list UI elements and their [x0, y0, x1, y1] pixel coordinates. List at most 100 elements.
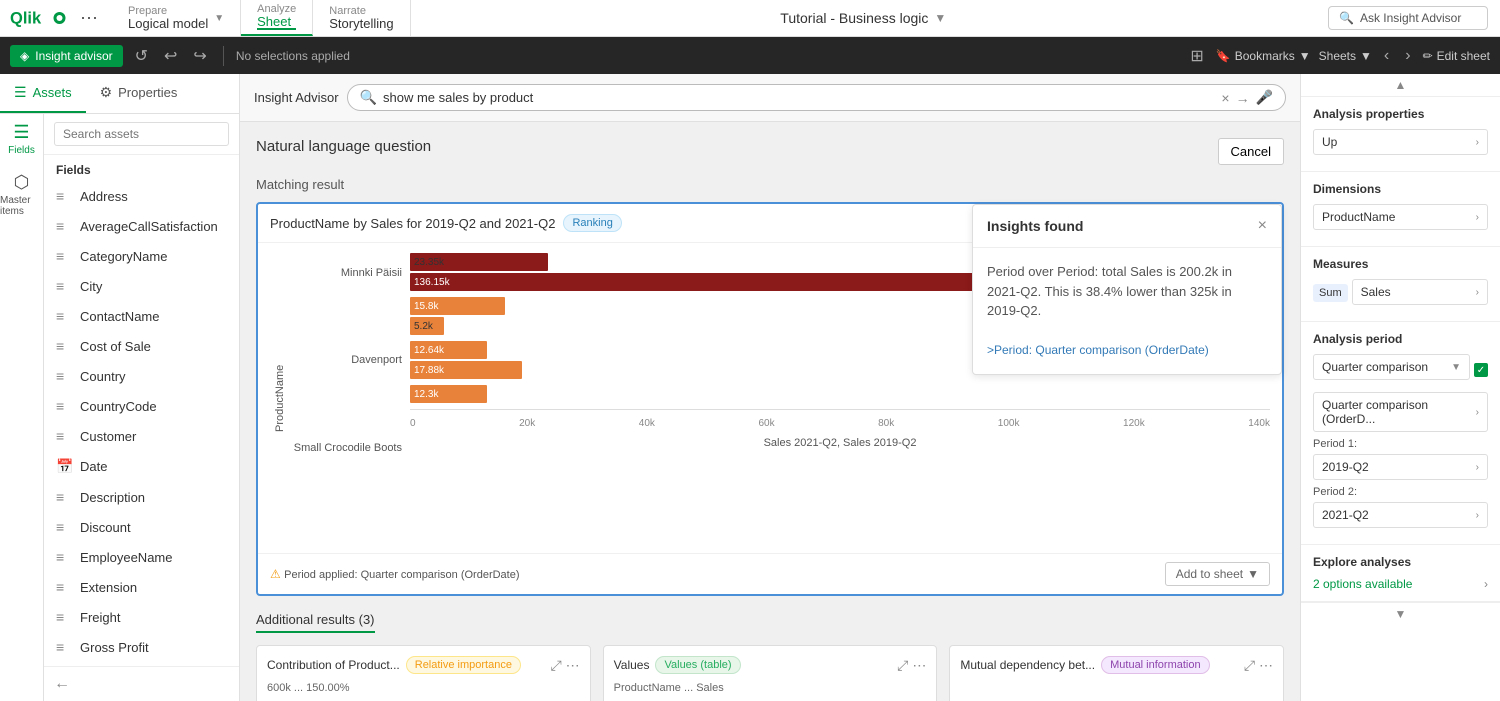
bar-2021-2: 15.8k	[410, 297, 505, 315]
redo-icon[interactable]: ↪	[189, 46, 210, 66]
bar-row-4: 12.3k	[410, 385, 1270, 403]
insights-title: Insights found	[987, 218, 1083, 234]
chevron-down-icon: ▼	[1395, 607, 1407, 621]
bar-2019-3: 17.88k	[410, 361, 522, 379]
field-text-icon: ≡	[56, 549, 72, 565]
dimension-value: ProductName	[1322, 210, 1395, 224]
field-description[interactable]: ≡ Description	[44, 482, 239, 512]
nav-more-button[interactable]: ⋯	[76, 8, 102, 29]
mic-icon[interactable]: 🎤	[1256, 89, 1273, 106]
sales-chevron: ›	[1476, 287, 1479, 298]
sheets-button[interactable]: Sheets ▼	[1319, 49, 1372, 63]
field-countrycode[interactable]: ≡ CountryCode	[44, 391, 239, 421]
fields-nav-button[interactable]: ☰ Fields	[8, 122, 35, 156]
expand-card2-icon[interactable]: ⤢	[897, 657, 908, 674]
bookmarks-button[interactable]: 🔖 Bookmarks ▼	[1216, 49, 1311, 63]
ia-search-input[interactable]	[383, 90, 1215, 105]
field-address[interactable]: ≡ Address	[44, 181, 239, 211]
undo-icon[interactable]: ↩	[160, 46, 181, 66]
prev-sheet-icon[interactable]: ‹	[1380, 47, 1393, 65]
search-icon: 🔍	[360, 89, 377, 106]
field-city[interactable]: ≡ City	[44, 271, 239, 301]
main-chart-card: ProductName by Sales for 2019-Q2 and 202…	[256, 202, 1284, 596]
more-card2-icon[interactable]: ⋯	[912, 657, 926, 674]
add-to-sheet-button[interactable]: Add to sheet ▼	[1165, 562, 1270, 586]
edit-icon: ✏	[1423, 49, 1433, 63]
expand-card3-icon[interactable]: ⤢	[1244, 657, 1255, 674]
dimension-dropdown[interactable]: ProductName ›	[1313, 204, 1488, 230]
field-text-icon: ≡	[56, 519, 72, 535]
search-box	[44, 114, 239, 155]
y-axis-title: ProductName	[270, 253, 290, 543]
field-text-icon: ≡	[56, 639, 72, 655]
period-text: Quarter comparison (OrderDate)	[361, 569, 520, 581]
master-icon: ⬡	[14, 172, 30, 193]
insights-header: Insights found ×	[973, 205, 1281, 248]
field-costofsale[interactable]: ≡ Cost of Sale	[44, 331, 239, 361]
scroll-down-button[interactable]: ▼	[1301, 602, 1500, 625]
toolbar: ◈ Insight advisor ↺ ↩ ↪ No selections ap…	[0, 37, 1500, 74]
insight-advisor-button[interactable]: ◈ Insight advisor	[10, 45, 123, 67]
refresh-icon[interactable]: ↺	[131, 46, 152, 66]
direction-dropdown[interactable]: Up ›	[1313, 129, 1488, 155]
left-bottom-nav: ←	[44, 666, 239, 701]
properties-icon: ⚙	[100, 84, 113, 101]
insights-link[interactable]: >Period: Quarter comparison (OrderDate)	[987, 343, 1209, 357]
master-items-nav-button[interactable]: ⬡ Master items	[0, 172, 43, 217]
period-type-dropdown[interactable]: Quarter comparison ▼	[1313, 354, 1470, 380]
period1-value-dropdown[interactable]: 2019-Q2 ›	[1313, 454, 1488, 480]
analysis-period-section: Analysis period Quarter comparison ▼ ✓ Q…	[1301, 322, 1500, 545]
analyze-nav[interactable]: Analyze Sheet	[241, 0, 313, 36]
field-grossprofit[interactable]: ≡ Gross Profit	[44, 632, 239, 662]
app-title: Tutorial - Business logic ▼	[411, 10, 1316, 26]
result-card-header-1: Contribution of Product... Relative impo…	[267, 656, 580, 674]
next-sheet-icon[interactable]: ›	[1401, 47, 1414, 65]
field-text-icon: ≡	[56, 338, 72, 354]
edit-sheet-button[interactable]: ✏ Edit sheet	[1423, 49, 1490, 63]
ask-ia-button[interactable]: 🔍 Ask Insight Advisor	[1328, 6, 1488, 30]
explore-link[interactable]: 2 options available	[1313, 577, 1412, 591]
dimension-chevron: ›	[1476, 212, 1479, 223]
period-checkbox[interactable]: ✓	[1474, 363, 1488, 377]
expand-card1-icon[interactable]: ⤢	[550, 657, 561, 674]
field-employeename[interactable]: ≡ EmployeeName	[44, 542, 239, 572]
more-card1-icon[interactable]: ⋯	[566, 657, 580, 674]
logo-area: Qlik ⋯	[0, 6, 112, 30]
field-categoryname[interactable]: ≡ CategoryName	[44, 241, 239, 271]
field-extension[interactable]: ≡ Extension	[44, 572, 239, 602]
field-freight[interactable]: ≡ Freight	[44, 602, 239, 632]
bookmarks-chevron: ▼	[1299, 49, 1311, 63]
field-discount[interactable]: ≡ Discount	[44, 512, 239, 542]
bar-2021-1: 23.35k	[410, 253, 548, 271]
field-country[interactable]: ≡ Country	[44, 361, 239, 391]
result-card-contribution: Contribution of Product... Relative impo…	[256, 645, 591, 701]
field-contactname[interactable]: ≡ ContactName	[44, 301, 239, 331]
more-card3-icon[interactable]: ⋯	[1259, 657, 1273, 674]
search-assets-input[interactable]	[54, 122, 229, 146]
period-detail-dropdown[interactable]: Quarter comparison (OrderD... ›	[1313, 392, 1488, 432]
bar-2021-4: 12.3k	[410, 385, 487, 403]
close-insights-button[interactable]: ×	[1258, 217, 1267, 235]
field-averagecallsatisfaction[interactable]: ≡ AverageCallSatisfaction	[44, 211, 239, 241]
cancel-button[interactable]: Cancel	[1218, 138, 1284, 165]
pin-icon[interactable]: ←	[54, 675, 70, 692]
fields-list: ≡ Address ≡ AverageCallSatisfaction ≡ Ca…	[44, 181, 239, 666]
additional-results: Additional results (3) Contribution of P…	[256, 612, 1284, 701]
direction-label: Up	[1322, 135, 1337, 149]
grid-icon[interactable]: ⊞	[1186, 46, 1207, 66]
values-badge: Values (table)	[655, 656, 740, 674]
prepare-nav[interactable]: Prepare Logical model ▼	[112, 0, 241, 36]
clear-search-icon[interactable]: ×	[1221, 90, 1229, 106]
narrate-nav[interactable]: Narrate Storytelling	[313, 0, 410, 36]
nlq-header: Natural language question	[256, 138, 431, 155]
tab-properties[interactable]: ⚙ Properties	[86, 74, 192, 113]
sales-dropdown[interactable]: Sales ›	[1352, 279, 1488, 305]
field-customer[interactable]: ≡ Customer	[44, 421, 239, 451]
field-date[interactable]: 📅 Date	[44, 451, 239, 482]
top-nav: Qlik ⋯ Prepare Logical model ▼ Analyze S…	[0, 0, 1500, 37]
submit-search-icon[interactable]: →	[1236, 90, 1250, 106]
scroll-up-button[interactable]: ▲	[1301, 74, 1500, 97]
left-panel: ☰ Assets ⚙ Properties ☰ Fields ⬡ Master …	[0, 74, 240, 701]
period2-value-dropdown[interactable]: 2021-Q2 ›	[1313, 502, 1488, 528]
tab-assets[interactable]: ☰ Assets	[0, 74, 86, 113]
